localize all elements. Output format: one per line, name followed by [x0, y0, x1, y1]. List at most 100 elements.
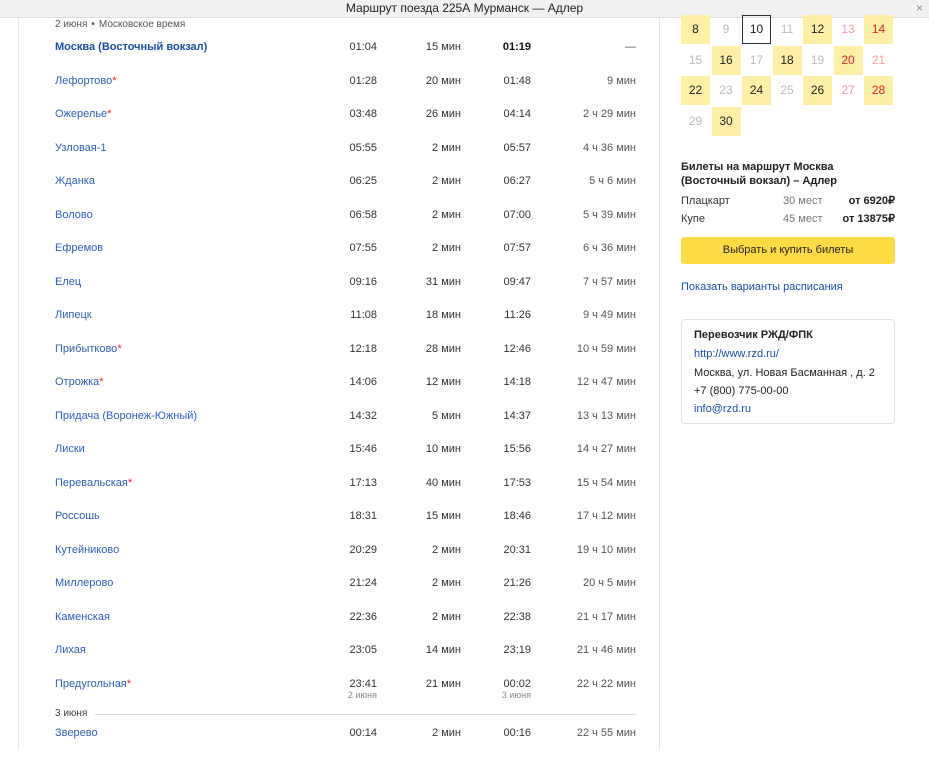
calendar-day[interactable]: 19 — [803, 46, 832, 75]
station-name[interactable]: Лихая — [55, 644, 86, 656]
arrival-time: 18:31 — [349, 510, 377, 522]
travel-time: 9 мин — [607, 74, 636, 87]
station-name[interactable]: Отрожка — [55, 376, 99, 388]
station-link[interactable]: Россошь — [55, 509, 100, 523]
calendar-day[interactable]: 24 — [742, 76, 771, 105]
calendar-day[interactable]: 17 — [742, 46, 771, 75]
station-link[interactable]: Миллерово — [55, 576, 113, 590]
departure-time: 11:26 — [504, 309, 531, 321]
station-link[interactable]: Перевальская* — [55, 476, 132, 490]
calendar-day[interactable]: 29 — [681, 107, 710, 136]
station-name[interactable]: Кутейниково — [55, 544, 119, 556]
station-name[interactable]: Лефортово — [55, 75, 112, 87]
buy-tickets-button[interactable]: Выбрать и купить билеты — [681, 237, 895, 264]
station-name[interactable]: Россошь — [55, 510, 100, 522]
station-link[interactable]: Жданка — [55, 174, 95, 188]
ticket-class-row: Плацкарт 30 мест от 6920₽ — [681, 192, 895, 210]
station-asterisk: * — [127, 476, 133, 489]
station-link[interactable]: Придача (Воронеж-Южный) — [55, 409, 197, 423]
station-name[interactable]: Лиски — [55, 443, 85, 455]
calendar-day[interactable]: 30 — [711, 106, 741, 136]
station-name[interactable]: Каменская — [55, 611, 110, 623]
calendar-day[interactable]: 23 — [712, 76, 741, 105]
station-name[interactable]: Узловая-1 — [55, 142, 107, 154]
carrier-email-link[interactable]: info@rzd.ru — [694, 403, 751, 415]
station-link[interactable]: Ожерелье* — [55, 107, 111, 121]
arrival-time: 00:14 — [349, 727, 377, 739]
station-asterisk: * — [126, 677, 132, 690]
calendar-day[interactable]: 28 — [864, 76, 893, 105]
close-icon[interactable]: × — [916, 0, 923, 17]
calendar-day[interactable]: 25 — [773, 76, 802, 105]
separator-line — [95, 714, 636, 715]
station-name[interactable]: Прибытково — [55, 343, 117, 355]
travel-time: — — [625, 41, 636, 53]
station-link[interactable]: Узловая-1 — [55, 141, 107, 155]
station-name[interactable]: Липецк — [55, 309, 92, 321]
station-name[interactable]: Елец — [55, 276, 81, 288]
station-link[interactable]: Ефремов — [55, 241, 103, 255]
calendar-day[interactable]: 18 — [772, 45, 802, 75]
calendar-day[interactable]: 10 — [742, 15, 771, 44]
arrival-date: 2 июня — [347, 689, 377, 700]
station-link[interactable]: Прибытково* — [55, 342, 122, 356]
schedule-variants-link[interactable]: Показать варианты расписания — [681, 281, 843, 293]
station-name[interactable]: Перевальская — [55, 477, 128, 489]
station-name[interactable]: Ожерелье — [55, 108, 107, 120]
stop-duration: 2 мин — [432, 242, 461, 254]
station-name[interactable]: Жданка — [55, 175, 95, 187]
station-link[interactable]: Лихая — [55, 643, 86, 657]
calendar-day[interactable]: 15 — [681, 46, 710, 75]
station-link[interactable]: Липецк — [55, 308, 92, 322]
calendar-day[interactable]: 16 — [711, 45, 741, 75]
calendar-day[interactable]: 9 — [712, 15, 741, 44]
arrival-time: 14:32 — [349, 409, 377, 422]
station-name[interactable]: Москва (Восточный вокзал) — [55, 41, 207, 53]
station-name[interactable]: Предугольная — [55, 678, 127, 690]
stop-duration: 18 мин — [425, 309, 461, 321]
station-link[interactable]: Елец — [55, 275, 81, 289]
arrival-time: 22:36 — [349, 610, 377, 623]
stop-duration: 10 мин — [425, 443, 461, 455]
calendar-day[interactable]: 12 — [803, 15, 832, 44]
calendar-day[interactable]: 27 — [834, 76, 863, 105]
travel-time: 22 ч 55 мин — [576, 727, 636, 739]
schedule-row: Лихая 23:05 14 мин 23:19 21 ч 46 мин — [55, 643, 636, 677]
schedule-row: Придача (Воронеж-Южный) 14:32 5 мин 14:37 13… — [55, 409, 636, 443]
calendar-day[interactable]: 20 — [833, 45, 863, 75]
departure-time: 07:57 — [503, 242, 531, 254]
station-link[interactable]: Москва (Восточный вокзал) — [55, 40, 207, 54]
station-link[interactable]: Зверево — [55, 726, 98, 740]
station-link[interactable]: Лиски — [55, 442, 85, 456]
station-name[interactable]: Ефремов — [55, 242, 103, 254]
schedule-row: Елец 09:16 31 мин 09:47 7 ч 57 мин — [55, 275, 636, 309]
travel-time: 21 ч 46 мин — [576, 644, 636, 656]
calendar-day[interactable]: 13 — [834, 15, 863, 44]
station-link[interactable]: Лефортово* — [55, 74, 117, 88]
station-link[interactable]: Кутейниково — [55, 543, 119, 557]
station-asterisk: * — [117, 342, 122, 355]
station-name[interactable]: Волово — [55, 209, 93, 221]
station-link[interactable]: Отрожка* — [55, 375, 104, 389]
ticket-seats: 45 мест — [783, 213, 823, 225]
calendar-day[interactable]: 11 — [773, 15, 802, 44]
calendar-day[interactable]: 8 — [681, 15, 710, 44]
departure-time: 07:00 — [503, 208, 531, 221]
arrival-time: 15:46 — [349, 443, 377, 455]
calendar-day[interactable]: 14 — [864, 15, 893, 44]
station-name[interactable]: Миллерово — [55, 577, 113, 589]
station-link[interactable]: Волово — [55, 208, 93, 222]
station-name[interactable]: Придача (Воронеж-Южный) — [55, 410, 197, 422]
carrier-url-link[interactable]: http://www.rzd.ru/ — [694, 348, 779, 360]
calendar-day[interactable]: 22 — [681, 76, 710, 105]
separator-date: 3 июня — [55, 707, 94, 721]
station-link[interactable]: Каменская — [55, 610, 110, 624]
departure-time: 06:27 — [503, 175, 531, 187]
station-name[interactable]: Зверево — [55, 727, 98, 739]
departure-time: 12:46 — [503, 342, 531, 355]
station-link[interactable]: Предугольная* — [55, 677, 131, 691]
calendar-day[interactable]: 21 — [864, 46, 893, 75]
departure-time: 21:26 — [503, 577, 531, 589]
travel-time: 10 ч 59 мин — [576, 342, 636, 355]
calendar-day[interactable]: 26 — [803, 76, 832, 105]
